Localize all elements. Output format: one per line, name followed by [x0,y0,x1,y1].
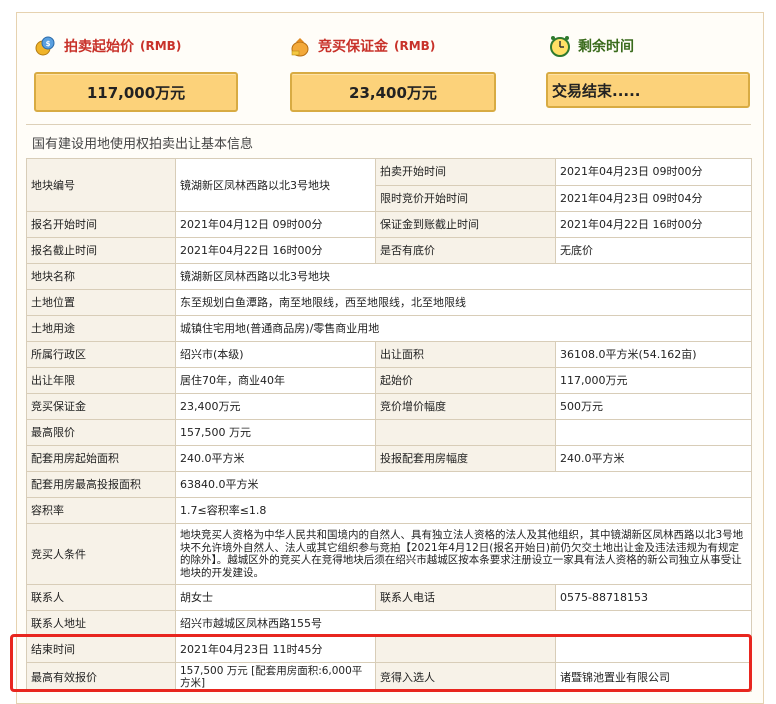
table-row: 竞买人条件 地块竞买人资格为中华人民共和国境内的自然人、具有独立法人资格的法人及… [26,523,752,585]
empty-cell [375,419,556,446]
remaining-header: 剩余时间 [548,34,634,58]
bidder-cond-label: 竞买人条件 [26,523,176,585]
district-value: 绍兴市(本级) [175,341,376,368]
plot-no-value: 镜湖新区凤林西路以北3号地块 [175,158,376,212]
table-row: 配套用房最高投报面积 63840.0平方米 [26,471,752,498]
money-coins-icon: $ [34,34,58,58]
location-value: 东至规划白鱼潭路，南至地限线，西至地限线，北至地限线 [175,289,752,316]
plot-no-label: 地块编号 [26,158,176,212]
table-row: 联系人地址 绍兴市越城区凤林西路155号 [26,610,752,637]
auction-start-value: 2021年04月23日 09时00分 [555,158,752,186]
max-price-label: 最高限价 [26,419,176,446]
increment-value: 500万元 [555,393,752,420]
reg-start-label: 报名开始时间 [26,211,176,238]
start-price-header: $ 拍卖起始价 (RMB) [34,34,181,58]
address-label: 联系人地址 [26,610,176,637]
deposit-deadline-label: 保证金到账截止时间 [375,211,556,238]
table-row: 竞买保证金 23,400万元 竞价增价幅度 500万元 [26,393,752,420]
remaining-value: 交易结束..... [546,72,750,108]
bid-deposit-label: 竞买保证金 [26,393,176,420]
reserve-label: 是否有底价 [375,237,556,264]
table-row: 容积率 1.7≤容积率≤1.8 [26,497,752,524]
table-row: 联系人 胡女士 联系人电话 0575-88718153 [26,584,752,611]
far-label: 容积率 [26,497,176,524]
table-row: 所属行政区 绍兴市(本级) 出让面积 36108.0平方米(54.162亩) [26,341,752,368]
housing-step-label: 投报配套用房幅度 [375,445,556,472]
table-row: 报名截止时间 2021年04月22日 16时00分 是否有底价 无底价 [26,237,752,264]
housing-max-value: 63840.0平方米 [175,471,752,498]
auction-start-label: 拍卖开始时间 [375,158,556,186]
alarm-clock-icon [548,34,572,58]
bid-deposit-value: 23,400万元 [175,393,376,420]
deposit-unit: (RMB) [394,39,436,53]
increment-label: 竞价增价幅度 [375,393,556,420]
remaining-label: 剩余时间 [578,39,634,55]
contact-label: 联系人 [26,584,176,611]
housing-start-value: 240.0平方米 [175,445,376,472]
result-highlight-box [10,634,752,692]
contact-value: 胡女士 [175,584,376,611]
deposit-label: 竞买保证金 [318,39,388,55]
start-price-unit: (RMB) [140,39,182,53]
table-row: 土地位置 东至规划白鱼潭路，南至地限线，西至地限线，北至地限线 [26,289,752,316]
table-row: 最高限价 157,500 万元 [26,419,752,446]
address-value: 绍兴市越城区凤林西路155号 [175,610,752,637]
deposit-deadline-value: 2021年04月22日 16时00分 [555,211,752,238]
term-value: 居住70年，商业40年 [175,367,376,394]
location-label: 土地位置 [26,289,176,316]
reserve-value: 无底价 [555,237,752,264]
table-row: 出让年限 居住70年，商业40年 起始价 117,000万元 [26,367,752,394]
far-value: 1.7≤容积率≤1.8 [175,497,752,524]
timed-bid-label: 限时竞价开始时间 [375,184,556,212]
housing-step-value: 240.0平方米 [555,445,752,472]
max-price-value: 157,500 万元 [175,419,376,446]
starting-price-value: 117,000万元 [555,367,752,394]
table-row: 土地用途 城镇住宅用地(普通商品房)/零售商业用地 [26,315,752,342]
area-value: 36108.0平方米(54.162亩) [555,341,752,368]
reg-end-value: 2021年04月22日 16时00分 [175,237,376,264]
table-row: 配套用房起始面积 240.0平方米 投报配套用房幅度 240.0平方米 [26,445,752,472]
empty-cell [555,419,752,446]
land-info-table: 地块编号 镜湖新区凤林西路以北3号地块 拍卖开始时间 2021年04月23日 0… [26,158,752,692]
section-divider [26,124,751,125]
table-row: 地块编号 镜湖新区凤林西路以北3号地块 拍卖开始时间 2021年04月23日 0… [26,158,752,212]
reg-end-label: 报名截止时间 [26,237,176,264]
area-label: 出让面积 [375,341,556,368]
timed-bid-value: 2021年04月23日 09时04分 [555,184,752,212]
usage-value: 城镇住宅用地(普通商品房)/零售商业用地 [175,315,752,342]
table-row: 报名开始时间 2021年04月12日 09时00分 保证金到账截止时间 2021… [26,211,752,238]
plot-name-label: 地块名称 [26,263,176,290]
bidder-cond-value: 地块竞买人资格为中华人民共和国境内的自然人、具有独立法人资格的法人及其他组织，其… [175,523,752,585]
reg-start-value: 2021年04月12日 09时00分 [175,211,376,238]
housing-start-label: 配套用房起始面积 [26,445,176,472]
money-bag-icon [288,34,312,58]
housing-max-label: 配套用房最高投报面积 [26,471,176,498]
starting-price-label: 起始价 [375,367,556,394]
district-label: 所属行政区 [26,341,176,368]
deposit-header: 竞买保证金 (RMB) [288,34,435,58]
plot-name-value: 镜湖新区凤林西路以北3号地块 [175,263,752,290]
section-title: 国有建设用地使用权拍卖出让基本信息 [32,137,254,152]
svg-text:$: $ [46,40,51,48]
phone-label: 联系人电话 [375,584,556,611]
phone-value: 0575-88718153 [555,584,752,611]
usage-label: 土地用途 [26,315,176,342]
start-price-value: 117,000万元 [34,72,238,112]
table-row: 地块名称 镜湖新区凤林西路以北3号地块 [26,263,752,290]
deposit-value: 23,400万元 [290,72,496,112]
term-label: 出让年限 [26,367,176,394]
start-price-label: 拍卖起始价 [64,39,134,55]
